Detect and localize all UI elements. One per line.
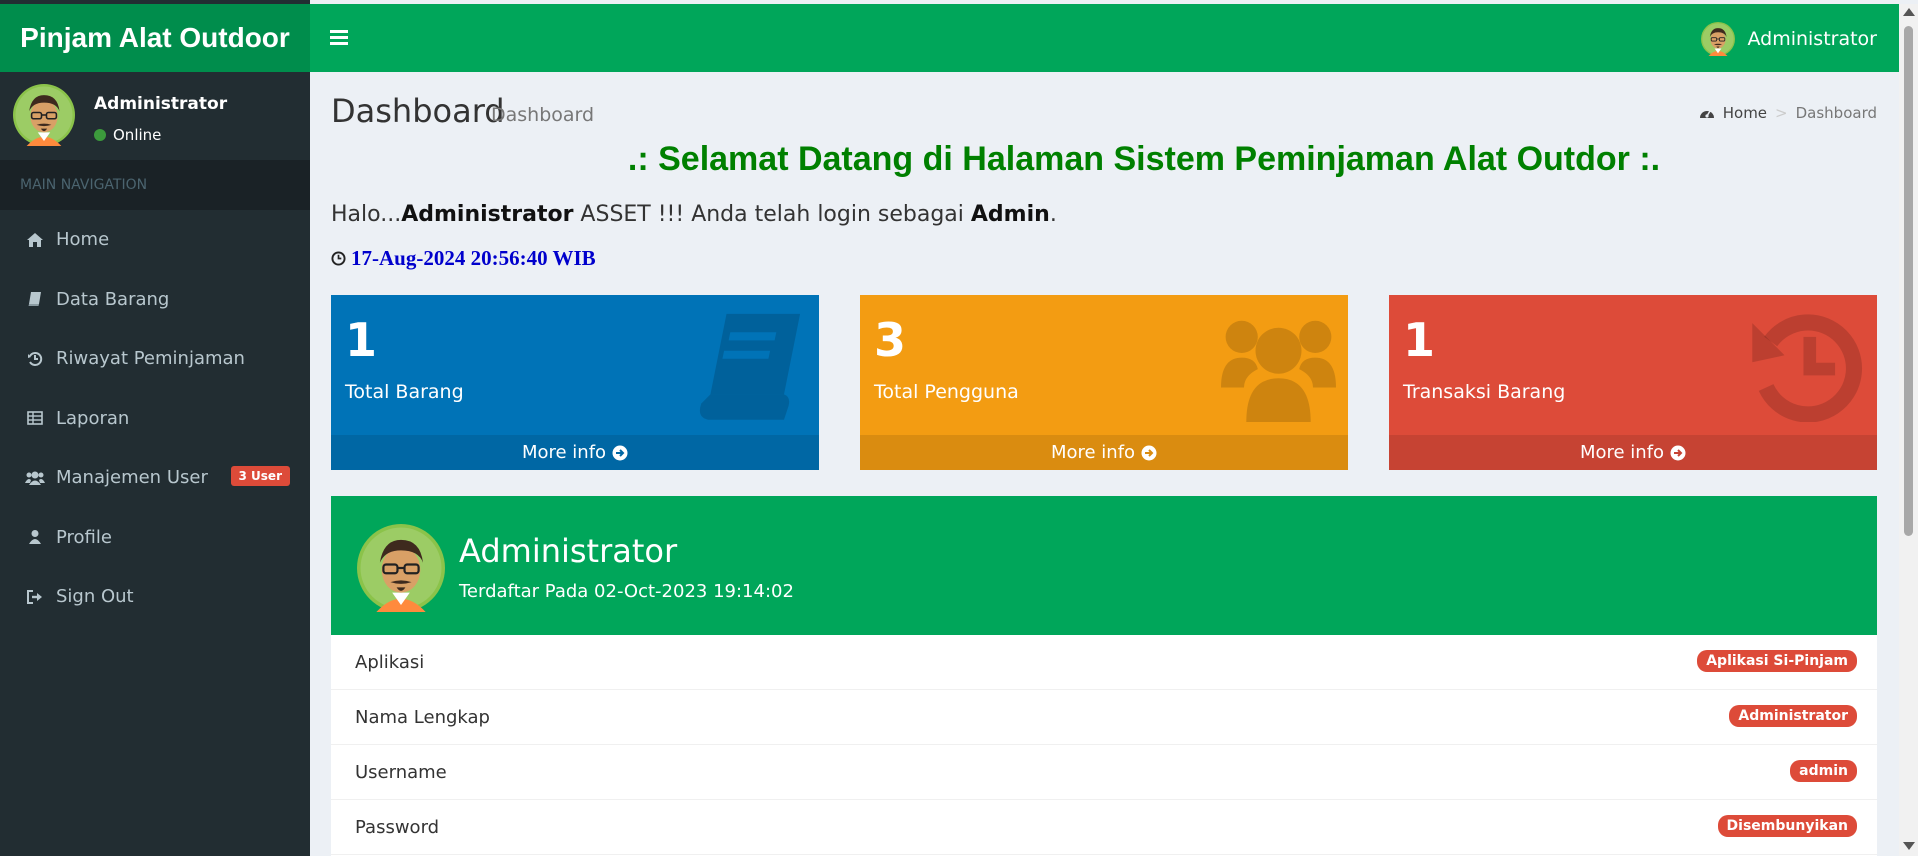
sidebar-item-home[interactable]: Home bbox=[0, 210, 310, 270]
user-count-badge: 3 User bbox=[230, 466, 290, 486]
sign-out-icon bbox=[24, 586, 46, 608]
history-icon bbox=[1752, 314, 1862, 422]
more-info-label: More info bbox=[521, 442, 607, 463]
page-title: Dashboard bbox=[331, 92, 505, 130]
scrollbar-thumb[interactable] bbox=[1904, 26, 1913, 536]
sidebar-item-label: Data Barang bbox=[56, 288, 170, 310]
page-subtitle: Dashboard bbox=[491, 104, 595, 126]
clock-text: 17-Aug-2024 20:56:40 WIB bbox=[351, 246, 596, 270]
more-info-label: More info bbox=[1579, 442, 1665, 463]
sidebar-item-label: Sign Out bbox=[56, 586, 134, 608]
sidebar-item-profile[interactable]: Profile bbox=[0, 508, 310, 568]
stat-box-total-pengguna: 3 Total Pengguna More info bbox=[860, 295, 1348, 470]
user-panel: Administrator Online bbox=[0, 72, 310, 160]
profile-details: Aplikasi Aplikasi Si-Pinjam Nama Lengkap… bbox=[331, 635, 1877, 855]
sidebar: Pinjam Alat Outdoor Administrator Online… bbox=[0, 0, 310, 856]
sidebar-item-sign-out[interactable]: Sign Out bbox=[0, 567, 310, 627]
detail-value-badge: Aplikasi Si-Pinjam bbox=[1697, 650, 1857, 672]
profile-name: Administrator bbox=[459, 532, 678, 570]
history-icon bbox=[24, 348, 46, 370]
detail-label: Aplikasi bbox=[355, 651, 425, 673]
greeting-middle: ASSET !!! Anda telah login sebagai bbox=[573, 202, 971, 227]
sidebar-item-data-barang[interactable]: Data Barang bbox=[0, 270, 310, 330]
sidebar-item-manajemen-user[interactable]: Manajemen User 3 User bbox=[0, 448, 310, 508]
profile-header: Administrator Terdaftar Pada 02-Oct-2023… bbox=[331, 496, 1877, 635]
breadcrumb-current: Dashboard bbox=[1795, 104, 1877, 122]
detail-label: Password bbox=[355, 816, 440, 838]
menu-toggle-icon[interactable] bbox=[330, 28, 348, 46]
profile-registered: Terdaftar Pada 02-Oct-2023 19:14:02 bbox=[459, 581, 794, 602]
breadcrumb: Home > Dashboard bbox=[1699, 104, 1877, 122]
stat-label: Total Pengguna bbox=[874, 381, 1019, 403]
scroll-down-icon[interactable] bbox=[1903, 842, 1915, 850]
scrollbar[interactable] bbox=[1899, 4, 1918, 856]
more-info-link[interactable]: More info bbox=[331, 435, 819, 470]
list-item: Password Disembunyikan bbox=[331, 800, 1877, 855]
online-status-icon bbox=[94, 129, 106, 141]
detail-value-badge: admin bbox=[1790, 760, 1857, 782]
stat-label: Transaksi Barang bbox=[1403, 381, 1566, 403]
sidebar-item-laporan[interactable]: Laporan bbox=[0, 389, 310, 449]
sidebar-item-label: Manajemen User bbox=[56, 467, 208, 489]
more-info-link[interactable]: More info bbox=[1389, 435, 1877, 470]
scroll-up-icon[interactable] bbox=[1903, 8, 1915, 16]
greeting-prefix: Halo... bbox=[331, 202, 402, 227]
user-panel-status-label: Online bbox=[113, 126, 162, 144]
book-icon bbox=[24, 288, 46, 310]
clock-icon bbox=[331, 251, 346, 266]
avatar bbox=[13, 84, 75, 146]
user-menu[interactable]: Administrator bbox=[1701, 22, 1877, 56]
sidebar-item-label: Riwayat Peminjaman bbox=[56, 348, 245, 370]
list-item: Nama Lengkap Administrator bbox=[331, 690, 1877, 745]
sidebar-item-label: Profile bbox=[56, 526, 112, 548]
arrow-circle-right-icon bbox=[1670, 445, 1686, 460]
nav-header: MAIN NAVIGATION bbox=[0, 160, 310, 210]
table-icon bbox=[24, 407, 46, 429]
stat-label: Total Barang bbox=[345, 381, 464, 403]
user-panel-status: Online bbox=[94, 126, 161, 144]
home-icon bbox=[24, 229, 46, 251]
stat-value: 1 bbox=[345, 313, 378, 367]
breadcrumb-separator: > bbox=[1775, 104, 1788, 122]
users-icon bbox=[1221, 320, 1336, 422]
users-icon bbox=[24, 467, 46, 489]
avatar bbox=[1701, 22, 1736, 56]
list-item: Aplikasi Aplikasi Si-Pinjam bbox=[331, 635, 1877, 690]
welcome-banner: .: Selamat Datang di Halaman Sistem Pemi… bbox=[627, 140, 1661, 178]
user-panel-name: Administrator bbox=[94, 94, 228, 114]
sidebar-menu: Home Data Barang Riwayat Peminjaman Lapo… bbox=[0, 210, 310, 627]
clock: 17-Aug-2024 20:56:40 WIB bbox=[331, 246, 596, 271]
detail-label: Username bbox=[355, 761, 447, 783]
sidebar-item-label: Home bbox=[56, 229, 110, 251]
user-menu-name: Administrator bbox=[1747, 28, 1877, 50]
breadcrumb-home[interactable]: Home bbox=[1723, 104, 1767, 122]
stat-box-transaksi-barang: 1 Transaksi Barang More info bbox=[1389, 295, 1877, 470]
arrow-circle-right-icon bbox=[1141, 445, 1157, 460]
detail-value-badge: Administrator bbox=[1729, 705, 1857, 727]
greeting-role: Admin bbox=[970, 202, 1050, 227]
arrow-circle-right-icon bbox=[612, 445, 628, 460]
greeting-name: Administrator bbox=[401, 202, 574, 227]
top-navbar: Administrator bbox=[310, 4, 1899, 72]
stat-value: 1 bbox=[1403, 313, 1436, 367]
dashboard-icon bbox=[1699, 110, 1714, 118]
more-info-link[interactable]: More info bbox=[860, 435, 1348, 470]
profile-widget: Administrator Terdaftar Pada 02-Oct-2023… bbox=[331, 496, 1877, 856]
list-item: Username admin bbox=[331, 745, 1877, 800]
avatar bbox=[357, 524, 445, 612]
book-icon bbox=[699, 313, 801, 420]
stat-box-total-barang: 1 Total Barang More info bbox=[331, 295, 819, 470]
brand-logo[interactable]: Pinjam Alat Outdoor bbox=[0, 4, 310, 72]
greeting-text: Halo...Administrator ASSET !!! Anda tela… bbox=[331, 202, 1057, 227]
detail-value-badge: Disembunyikan bbox=[1717, 815, 1857, 837]
user-icon bbox=[24, 526, 46, 548]
sidebar-item-label: Laporan bbox=[56, 407, 130, 429]
detail-label: Nama Lengkap bbox=[355, 706, 490, 728]
sidebar-item-riwayat-peminjaman[interactable]: Riwayat Peminjaman bbox=[0, 329, 310, 389]
stat-value: 3 bbox=[874, 313, 907, 367]
more-info-label: More info bbox=[1050, 442, 1136, 463]
greeting-suffix: . bbox=[1049, 202, 1057, 227]
